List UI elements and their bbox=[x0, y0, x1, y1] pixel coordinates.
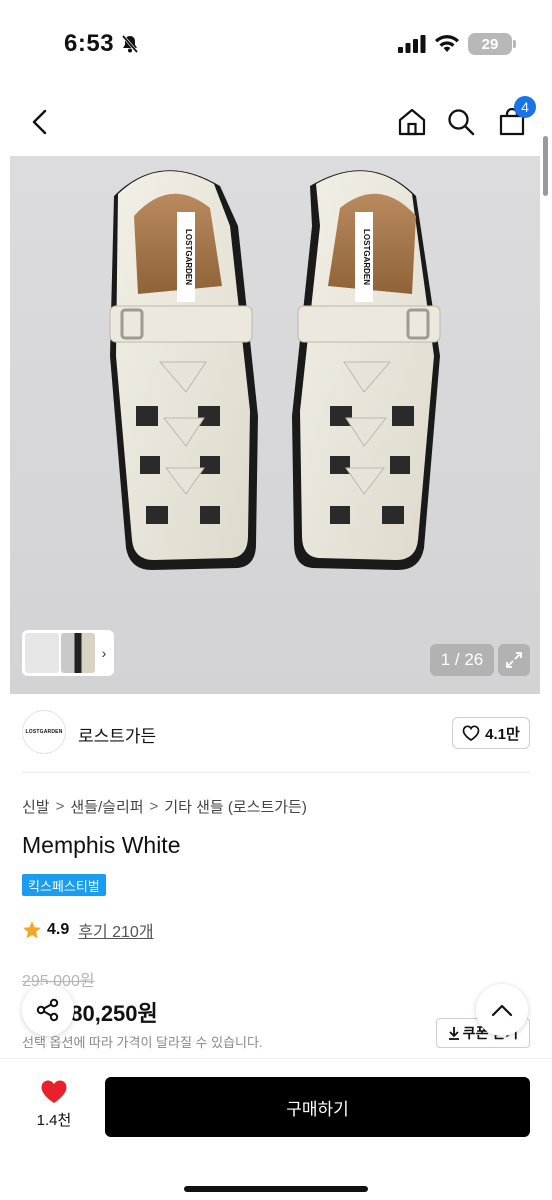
divider bbox=[22, 772, 530, 773]
brand-like-button[interactable]: 4.1만 bbox=[452, 717, 530, 749]
breadcrumb-separator: > bbox=[55, 798, 65, 815]
home-indicator bbox=[184, 1186, 368, 1192]
chevron-up-icon bbox=[491, 1004, 513, 1017]
product-title: Memphis White bbox=[22, 832, 181, 858]
breadcrumb-item-3[interactable]: 기타 샌들 (로스트가든) bbox=[164, 796, 307, 817]
thumbnail-1[interactable] bbox=[25, 633, 59, 673]
home-button[interactable] bbox=[394, 104, 430, 140]
battery-indicator: 29 bbox=[468, 33, 516, 55]
scroll-indicator[interactable] bbox=[543, 136, 548, 196]
product-photo: LOSTGARDEN LOSTGARDEN bbox=[109, 170, 441, 570]
right-shoe: LOSTGARDEN bbox=[292, 170, 441, 570]
brand-name[interactable]: 로스트가든 bbox=[78, 722, 156, 747]
cart-button[interactable]: 4 bbox=[494, 96, 536, 140]
scroll-top-button[interactable] bbox=[476, 984, 528, 1036]
image-counter: 1 / 26 bbox=[430, 644, 494, 676]
left-shoe: LOSTGARDEN bbox=[109, 170, 258, 570]
thumbnail-strip[interactable]: › bbox=[22, 630, 114, 676]
search-button[interactable] bbox=[443, 104, 479, 140]
status-time: 6:53 bbox=[64, 30, 115, 57]
expand-icon bbox=[506, 652, 522, 668]
status-right: 29 bbox=[398, 33, 516, 55]
wishlist-button[interactable]: 1.4천 bbox=[24, 1079, 84, 1139]
back-icon bbox=[32, 109, 47, 135]
brand-logo[interactable]: LOSTGARDEN bbox=[22, 710, 66, 754]
breadcrumb-separator: > bbox=[149, 798, 159, 815]
share-button[interactable] bbox=[22, 984, 74, 1036]
thumbnail-2[interactable] bbox=[61, 633, 95, 673]
bottom-action-bar: 1.4천 구매하기 bbox=[0, 1058, 552, 1200]
price-note: 선택 옵션에 따라 가격이 달라질 수 있습니다. bbox=[22, 1035, 263, 1050]
brand-row: LOSTGARDEN 로스트가든 4.1만 bbox=[22, 708, 530, 758]
expand-button[interactable] bbox=[498, 644, 530, 676]
brand-like-count: 4.1만 bbox=[485, 725, 520, 743]
cart-count-badge: 4 bbox=[514, 96, 536, 118]
product-image-gallery[interactable]: LOSTGARDEN LOSTGARDEN › 1 / 26 bbox=[10, 156, 540, 694]
status-bar: 6:53 29 bbox=[0, 0, 552, 90]
buy-button[interactable]: 구매하기 bbox=[105, 1077, 530, 1137]
breadcrumb-item-2[interactable]: 샌들/슬리퍼 bbox=[70, 796, 143, 817]
breadcrumb-item-1[interactable]: 신발 bbox=[22, 796, 50, 817]
wishlist-count: 1.4천 bbox=[36, 1112, 72, 1129]
signal-icon bbox=[398, 35, 426, 53]
heart-icon bbox=[41, 1080, 67, 1103]
rating-score: 4.9 bbox=[47, 921, 70, 938]
shoe-label-right: LOSTGARDEN bbox=[362, 229, 371, 285]
share-icon bbox=[36, 998, 59, 1022]
chevron-right-icon: › bbox=[101, 645, 107, 661]
top-nav: 4 bbox=[0, 90, 552, 154]
star-icon bbox=[23, 921, 41, 939]
download-icon bbox=[448, 1027, 459, 1040]
back-button[interactable] bbox=[22, 104, 58, 140]
shoe-label-left: LOSTGARDEN bbox=[184, 229, 193, 285]
rating-row: 4.9 후기 210개 bbox=[22, 918, 154, 942]
heart-outline-icon bbox=[462, 725, 480, 741]
bell-off-icon bbox=[120, 34, 140, 59]
breadcrumb: 신발 > 샌들/슬리퍼 > 기타 샌들 (로스트가든) bbox=[22, 796, 307, 817]
review-link[interactable]: 후기 210개 bbox=[78, 918, 153, 942]
wifi-icon bbox=[435, 35, 459, 52]
search-icon bbox=[448, 109, 475, 136]
home-icon bbox=[398, 108, 426, 136]
event-badge: 킥스페스티벌 bbox=[22, 874, 106, 896]
